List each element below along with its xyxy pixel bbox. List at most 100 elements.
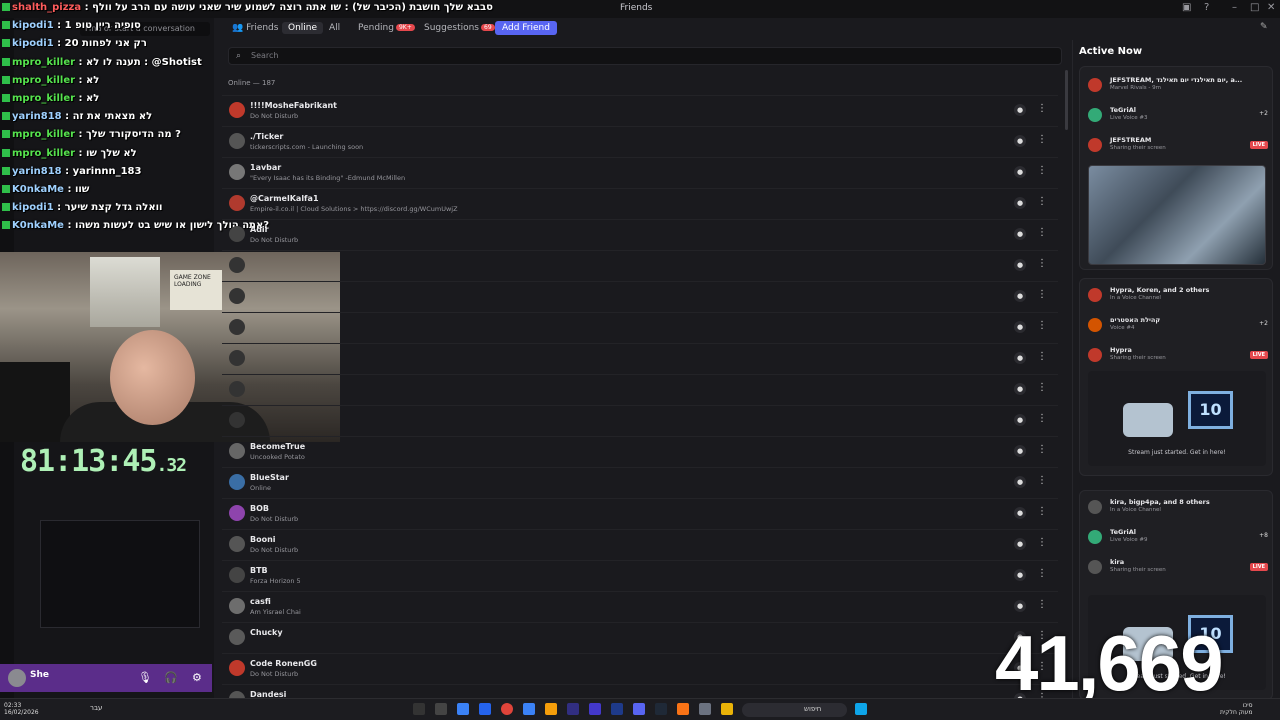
avatar[interactable] <box>229 164 245 180</box>
maximize-icon[interactable]: □ <box>1250 2 1259 13</box>
more-options-icon[interactable]: ⋮ <box>1037 103 1047 114</box>
avatar[interactable] <box>229 195 245 211</box>
activity-row[interactable]: JEFSTREAM, יום תאילנדי יום תאילנד, a... M… <box>1088 75 1268 103</box>
message-bubble-icon[interactable]: ● <box>1014 352 1026 364</box>
more-options-icon[interactable]: ⋮ <box>1037 351 1047 362</box>
discord-icon[interactable] <box>633 703 645 715</box>
friend-row[interactable]: casfi Am Yisrael Chai ● ⋮ <box>222 591 1058 622</box>
friend-row[interactable]: ● ⋮ <box>222 405 1058 436</box>
more-options-icon[interactable]: ⋮ <box>1037 382 1047 393</box>
avatar[interactable] <box>229 567 245 583</box>
avatar[interactable] <box>229 319 245 335</box>
friend-row[interactable]: BecomeTrue Uncooked Potato ● ⋮ <box>222 436 1058 467</box>
friend-row[interactable]: BOB Do Not Disturb ● ⋮ <box>222 498 1058 529</box>
more-options-icon[interactable]: ⋮ <box>1037 320 1047 331</box>
taskbar-search[interactable]: חיפוש <box>742 703 847 717</box>
store-icon[interactable] <box>523 703 535 715</box>
more-options-icon[interactable]: ⋮ <box>1037 506 1047 517</box>
message-bubble-icon[interactable]: ● <box>1014 538 1026 550</box>
message-bubble-icon[interactable]: ● <box>1014 197 1026 209</box>
avatar[interactable] <box>229 660 245 676</box>
message-bubble-icon[interactable]: ● <box>1014 321 1026 333</box>
task-view-icon[interactable] <box>435 703 447 715</box>
steam-icon[interactable] <box>655 703 667 715</box>
friend-row[interactable]: BTB Forza Horizon 5 ● ⋮ <box>222 560 1058 591</box>
more-options-icon[interactable]: ⋮ <box>1037 444 1047 455</box>
activity-row[interactable]: Hypra Sharing their screen LIVE <box>1088 345 1268 373</box>
start-button-icon[interactable] <box>855 703 867 715</box>
message-bubble-icon[interactable]: ● <box>1014 104 1026 116</box>
photoshop-icon[interactable] <box>611 703 623 715</box>
help-icon[interactable]: ? <box>1204 2 1209 13</box>
active-card-1[interactable]: JEFSTREAM, יום תאילנדי יום תאילנד, a... M… <box>1079 66 1273 270</box>
avatar[interactable] <box>229 412 245 428</box>
new-group-dm-icon[interactable]: ✎ <box>1260 22 1268 32</box>
message-bubble-icon[interactable]: ● <box>1014 445 1026 457</box>
activity-row[interactable]: Hypra, Koren, and 2 others In a Voice Cha… <box>1088 285 1268 313</box>
friend-row[interactable]: 1avbar "Every Isaac has its Binding" -Edm… <box>222 157 1058 188</box>
more-options-icon[interactable]: ⋮ <box>1037 134 1047 145</box>
avatar[interactable] <box>229 443 245 459</box>
avatar[interactable] <box>229 629 245 645</box>
avatar[interactable] <box>229 226 245 242</box>
more-options-icon[interactable]: ⋮ <box>1037 289 1047 300</box>
add-friend-button[interactable]: Add Friend <box>495 21 557 35</box>
avatar[interactable] <box>229 536 245 552</box>
more-options-icon[interactable]: ⋮ <box>1037 568 1047 579</box>
friend-row[interactable]: Booni Do Not Disturb ● ⋮ <box>222 529 1058 560</box>
message-bubble-icon[interactable]: ● <box>1014 228 1026 240</box>
avatar[interactable] <box>229 505 245 521</box>
message-bubble-icon[interactable]: ● <box>1014 259 1026 271</box>
friends-search-input[interactable]: ⌕ Search <box>228 47 1062 65</box>
message-bubble-icon[interactable]: ● <box>1014 135 1026 147</box>
more-options-icon[interactable]: ⋮ <box>1037 537 1047 548</box>
activity-row[interactable]: kira, bigp4pa, and 8 others In a Voice Ch… <box>1088 497 1268 525</box>
premiere-icon[interactable] <box>589 703 601 715</box>
friend-row[interactable]: ● ⋮ <box>222 343 1058 374</box>
activity-row[interactable]: TeGriAl Live Voice #3 +2 <box>1088 105 1268 133</box>
tab-all[interactable]: All <box>323 22 346 34</box>
avatar[interactable] <box>229 102 245 118</box>
friend-row[interactable]: @CarmelKalfa1 Empire-il.co.il | Cloud Sol… <box>222 188 1058 219</box>
avatar[interactable] <box>229 257 245 273</box>
after-effects-icon[interactable] <box>567 703 579 715</box>
more-options-icon[interactable]: ⋮ <box>1037 165 1047 176</box>
message-bubble-icon[interactable]: ● <box>1014 569 1026 581</box>
friend-row[interactable]: ./Ticker tickerscripts.com - Launching so… <box>222 126 1058 157</box>
activity-row[interactable]: TeGriAl Live Voice #9 +8 <box>1088 527 1268 555</box>
avatar[interactable] <box>229 288 245 304</box>
message-bubble-icon[interactable]: ● <box>1014 166 1026 178</box>
friend-row[interactable]: !!!!MosheFabrikant Do Not Disturb ● ⋮ <box>222 95 1058 126</box>
activity-row[interactable]: JEFSTREAM Sharing their screen LIVE <box>1088 135 1268 163</box>
more-options-icon[interactable]: ⋮ <box>1037 196 1047 207</box>
friend-row[interactable]: BlueStar Online ● ⋮ <box>222 467 1058 498</box>
brave-icon[interactable] <box>677 703 689 715</box>
microphone-icon[interactable]: 🎙 <box>138 671 152 684</box>
minimize-icon[interactable]: – <box>1232 2 1237 13</box>
close-icon[interactable]: ✕ <box>1267 2 1275 13</box>
activity-row[interactable]: קהילת האסטרים Voice #4 +2 <box>1088 315 1268 343</box>
friend-row[interactable]: Adir Do Not Disturb ● ⋮ <box>222 219 1058 250</box>
taskbar-clock[interactable]: 02:33 16/02/2026 <box>4 702 39 716</box>
blender-icon[interactable] <box>545 703 557 715</box>
more-options-icon[interactable]: ⋮ <box>1037 599 1047 610</box>
friend-row[interactable]: ● ⋮ <box>222 281 1058 312</box>
tab-online[interactable]: Online <box>282 22 324 34</box>
friend-row[interactable]: ● ⋮ <box>222 312 1058 343</box>
friend-row[interactable]: ● ⋮ <box>222 374 1058 405</box>
edge-icon[interactable] <box>457 703 469 715</box>
app-icon[interactable] <box>479 703 491 715</box>
avatar[interactable] <box>8 669 26 687</box>
more-options-icon[interactable]: ⋮ <box>1037 258 1047 269</box>
game-stream-preview[interactable] <box>1088 165 1266 265</box>
chrome-icon[interactable] <box>501 703 513 715</box>
more-options-icon[interactable]: ⋮ <box>1037 227 1047 238</box>
notepad-icon[interactable] <box>699 703 711 715</box>
avatar[interactable] <box>229 598 245 614</box>
friend-row[interactable]: Code RonenGG Do Not Disturb ● ⋮ <box>222 653 1058 684</box>
message-bubble-icon[interactable]: ● <box>1014 383 1026 395</box>
screen-share-preview[interactable] <box>40 520 200 628</box>
language-indicator[interactable]: עבר <box>90 704 102 712</box>
avatar[interactable] <box>229 350 245 366</box>
tray-info[interactable]: סיכו מעוק חלקית <box>1220 702 1253 716</box>
